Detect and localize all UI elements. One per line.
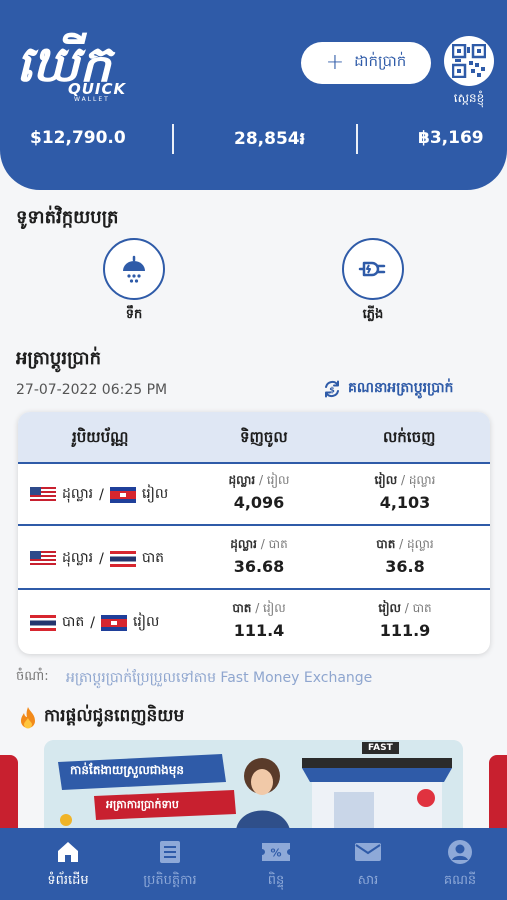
- cambodia-flag-icon: [100, 614, 127, 631]
- header: ឃើក QUICK WALLET + ដាក់ប្រាក់ ស្កេនខ្ញុំ…: [0, 0, 507, 190]
- col-buy: ទិញចូល: [240, 428, 288, 446]
- note-text: អត្រាប្តូរប្រាក់ប្រែប្រួលទៅតាម Fast Mone…: [66, 670, 373, 686]
- pair-to: រៀល: [141, 486, 169, 502]
- app-logo: ឃើក QUICK WALLET: [16, 36, 125, 104]
- deposit-button[interactable]: + ដាក់ប្រាក់: [301, 42, 431, 84]
- sell-cell: រៀល / បាត 111.9: [350, 600, 460, 640]
- buy-value: 4,096: [233, 493, 285, 512]
- svg-text:$: $: [329, 385, 335, 394]
- nav-points-label: ពិន្ទុ: [267, 873, 285, 888]
- buy-value: 111.4: [233, 621, 285, 640]
- nav-messages-label: សារ: [357, 873, 379, 888]
- promo-title: ការផ្តល់ជូនពេញនិយម: [18, 705, 184, 730]
- col-currency: រូបិយប័ណ្ណ: [72, 428, 129, 446]
- buy-cell: ដុល្លារ / រៀល 4,096: [204, 472, 314, 512]
- pair-from: ដុល្លារ: [62, 486, 94, 502]
- svg-text:%: %: [270, 847, 281, 860]
- note-label: ចំណាំ:: [16, 669, 49, 684]
- exchange-icon: $: [325, 380, 339, 397]
- pair-from: ដុល្លារ: [62, 550, 94, 566]
- currency-pair: ដុល្លារ / បាត: [30, 548, 164, 569]
- nav-transactions[interactable]: ប្រតិបត្តិការ: [120, 838, 220, 891]
- table-row: ដុល្លារ / រៀល ដុល្លារ / រៀល 4,096 រៀល / …: [18, 464, 490, 526]
- balance-usd: $12,790.0: [30, 128, 126, 148]
- thailand-flag-icon: [109, 550, 136, 567]
- mail-icon: [355, 843, 381, 861]
- nav-account[interactable]: គណនី: [410, 838, 507, 891]
- pair-to: រៀល: [132, 614, 160, 630]
- currency-pair: ដុល្លារ / រៀល: [30, 484, 168, 505]
- balance-divider: [172, 124, 174, 154]
- exchange-calculator-label: គណនាអត្រាប្តូរប្រាក់: [348, 380, 454, 396]
- home-icon: [58, 842, 78, 862]
- balance-divider: [356, 124, 358, 154]
- banner-prev-peek[interactable]: [0, 755, 18, 830]
- promo-title-text: ការផ្តល់ជូនពេញនិយម: [44, 706, 185, 726]
- banner-brand: FAST: [362, 742, 399, 754]
- bill-electricity-label: ភ្លើង: [362, 307, 384, 322]
- col-sell: លក់ចេញ: [383, 428, 436, 446]
- balance-bar: $12,790.0 28,854៛ ฿3,169: [0, 122, 507, 158]
- exchange-rate-date: 27-07-2022 06:25 PM: [16, 382, 168, 398]
- buy-cell: ដុល្លារ / បាត 36.68: [204, 536, 314, 576]
- banner-headline: កាន់តែងាយស្រួលជាងមុន: [70, 763, 185, 777]
- exchange-rate-table: រូបិយប័ណ្ណ ទិញចូល លក់ចេញ ដុល្លារ / រៀល ដ…: [18, 412, 490, 654]
- exchange-rate-title: អត្រាប្តូរប្រាក់: [16, 348, 101, 369]
- bill-electricity[interactable]: ភ្លើង: [341, 238, 405, 325]
- sell-cell: រៀល / ដុល្លារ 4,103: [350, 472, 460, 512]
- cambodia-flag-icon: [109, 486, 136, 503]
- exchange-calculator-link[interactable]: $ គណនាអត្រាប្តូរប្រាក់: [322, 378, 453, 399]
- receipt-icon: [160, 841, 180, 863]
- nav-home[interactable]: ទំព័រដើម: [18, 838, 118, 891]
- promo-banner-art: [44, 740, 463, 830]
- sell-value: 36.8: [385, 557, 425, 576]
- scan-me-button[interactable]: ស្កេនខ្ញុំ: [444, 36, 494, 106]
- bottom-nav: ទំព័រដើម ប្រតិបត្តិការ % ពិន្ទុ សារ គណនី: [0, 828, 507, 900]
- nav-account-label: គណនី: [443, 873, 477, 888]
- promo-banner[interactable]: កាន់តែងាយស្រួលជាងមុន អត្រាការប្រាក់ទាប F…: [44, 740, 463, 830]
- table-row: បាត / រៀល បាត / រៀល 111.4 រៀល / បាត 111.…: [18, 592, 490, 654]
- us-flag-icon: [30, 550, 56, 567]
- coupon-icon: %: [262, 843, 290, 861]
- us-flag-icon: [30, 486, 56, 503]
- balance-khr: 28,854៛: [234, 129, 305, 149]
- balance-thb: ฿3,169: [418, 128, 484, 148]
- table-row: ដុល្លារ / បាត ដុល្លារ / បាត 36.68 បាត / …: [18, 528, 490, 590]
- thailand-flag-icon: [30, 614, 56, 631]
- nav-points[interactable]: % ពិន្ទុ: [226, 838, 326, 891]
- account-icon: [448, 840, 472, 864]
- scan-me-label: ស្កេនខ្ញុំ: [453, 91, 485, 105]
- sell-value: 4,103: [379, 493, 431, 512]
- logo-wallet-text: WALLET: [74, 96, 110, 103]
- fire-icon: [21, 706, 35, 728]
- plus-icon: +: [325, 50, 345, 75]
- deposit-label: ដាក់ប្រាក់: [354, 52, 407, 70]
- bill-water[interactable]: ទឹក: [102, 238, 166, 325]
- sell-value: 111.9: [379, 621, 431, 640]
- pair-to: បាត: [141, 550, 165, 566]
- pair-from: បាត: [62, 614, 85, 630]
- nav-transactions-label: ប្រតិបត្តិការ: [143, 873, 197, 888]
- sell-cell: បាត / ដុល្លារ 36.8: [350, 536, 460, 576]
- currency-pair: បាត / រៀល: [30, 612, 159, 633]
- banner-next-peek[interactable]: [489, 755, 507, 830]
- buy-value: 36.68: [233, 557, 285, 576]
- bill-payment-title: ទូទាត់វិក្កយបត្រ: [16, 207, 119, 228]
- buy-cell: បាត / រៀល 111.4: [204, 600, 314, 640]
- nav-messages[interactable]: សារ: [318, 838, 418, 891]
- nav-home-label: ទំព័រដើម: [47, 873, 89, 888]
- table-header: រូបិយប័ណ្ណ ទិញចូល លក់ចេញ: [18, 412, 490, 464]
- qr-code-icon: [452, 44, 486, 78]
- water-icon: [123, 255, 145, 283]
- electricity-icon: [358, 261, 386, 277]
- bill-water-label: ទឹក: [125, 307, 143, 322]
- banner-subline: អត្រាការប្រាក់ទាប: [106, 798, 179, 811]
